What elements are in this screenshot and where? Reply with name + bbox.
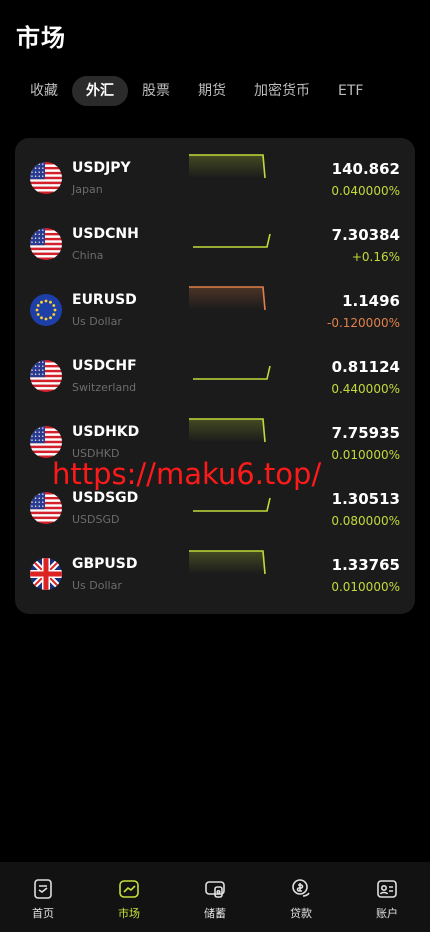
- sparkline-area: [189, 419, 265, 442]
- sparkline: [189, 550, 266, 575]
- quote-name: China: [72, 249, 104, 262]
- quote-price: 0.81124: [331, 358, 400, 376]
- sparkline-line: [193, 365, 271, 380]
- sparkline: [193, 233, 271, 248]
- quote-row-usdchf[interactable]: USDCHF Switzerland 0.81124 0.440000%: [15, 336, 415, 402]
- quote-price: 7.30384: [331, 226, 400, 244]
- quote-change: 0.080000%: [331, 514, 400, 528]
- sparkline: [189, 154, 266, 179]
- us-flag-icon: [30, 360, 62, 392]
- quote-symbol: EURUSD: [72, 292, 137, 308]
- quote-price: 1.33765: [331, 556, 400, 574]
- quote-price: 1.30513: [331, 490, 400, 508]
- quote-name: Us Dollar: [72, 315, 122, 328]
- quote-symbol: USDSGD: [72, 490, 139, 506]
- us-flag-icon: [30, 426, 62, 458]
- category-tabs: 收藏 外汇 股票 期货 加密货币 ETF: [16, 76, 414, 106]
- nav-label: 市场: [118, 907, 140, 920]
- sparkline-line: [193, 497, 271, 512]
- tab-favorites[interactable]: 收藏: [16, 76, 72, 106]
- home-doc-icon: [34, 879, 52, 899]
- quote-symbol: USDCHF: [72, 358, 137, 374]
- loan-coin-icon: [292, 879, 310, 897]
- page-title: 市场: [16, 24, 66, 52]
- sparkline-area: [189, 551, 265, 574]
- eu-flag-icon: [30, 294, 62, 326]
- quote-price: 7.75935: [331, 424, 400, 442]
- us-flag-icon: [30, 492, 62, 524]
- nav-label: 储蓄: [204, 907, 226, 920]
- us-flag-icon: [30, 228, 62, 260]
- sparkline-area: [189, 155, 265, 178]
- nav-account[interactable]: 账户: [344, 862, 430, 932]
- market-chart-icon: [119, 880, 139, 898]
- us-flag-icon: [30, 162, 62, 194]
- savings-icon: [205, 881, 225, 898]
- quote-row-eurusd[interactable]: EURUSD Us Dollar 1.1496 -0.120000%: [15, 270, 415, 336]
- quote-name: Japan: [72, 183, 103, 196]
- quote-row-gbpusd[interactable]: GBPUSD Us Dollar 1.33765 0.010000%: [15, 534, 415, 600]
- nav-label: 首页: [32, 907, 54, 920]
- sparkline: [193, 365, 271, 380]
- sparkline: [189, 418, 266, 443]
- quote-price: 140.862: [331, 160, 400, 178]
- nav-label: 贷款: [290, 907, 312, 920]
- quote-name: USDSGD: [72, 513, 120, 526]
- quote-name: Us Dollar: [72, 579, 122, 592]
- quote-change: 0.040000%: [331, 184, 400, 198]
- sparkline-area: [189, 287, 265, 310]
- quote-name: Switzerland: [72, 381, 137, 394]
- quote-symbol: GBPUSD: [72, 556, 138, 572]
- quote-price: 1.1496: [342, 292, 400, 310]
- tab-etf[interactable]: ETF: [324, 76, 377, 106]
- tab-crypto[interactable]: 加密货币: [240, 76, 324, 106]
- tab-futures[interactable]: 期货: [184, 76, 240, 106]
- nav-market[interactable]: 市场: [86, 862, 172, 932]
- tab-stocks[interactable]: 股票: [128, 76, 184, 106]
- quote-change: 0.010000%: [331, 448, 400, 462]
- nav-savings[interactable]: 储蓄: [172, 862, 258, 932]
- bottom-nav: 首页 市场 储蓄 贷款 账户: [0, 862, 430, 932]
- quote-change: 0.010000%: [331, 580, 400, 594]
- account-card-icon: [377, 880, 397, 898]
- sparkline: [189, 286, 266, 311]
- sparkline-line: [193, 233, 271, 248]
- watermark-url: https://maku6.top/: [52, 457, 322, 491]
- quote-change: 0.440000%: [331, 382, 400, 396]
- quote-symbol: USDCNH: [72, 226, 139, 242]
- quote-symbol: USDHKD: [72, 424, 140, 440]
- quote-symbol: USDJPY: [72, 160, 131, 176]
- quote-change: -0.120000%: [327, 316, 400, 330]
- gb-flag-icon: [30, 558, 62, 590]
- quote-change: +0.16%: [351, 250, 400, 264]
- tab-forex[interactable]: 外汇: [72, 76, 128, 106]
- nav-home[interactable]: 首页: [0, 862, 86, 932]
- quote-list: USDJPY Japan 140.862 0.040000% USDCNH Ch…: [15, 138, 415, 614]
- nav-loan[interactable]: 贷款: [258, 862, 344, 932]
- quote-row-usdcnh[interactable]: USDCNH China 7.30384 +0.16%: [15, 204, 415, 270]
- quote-row-usdjpy[interactable]: USDJPY Japan 140.862 0.040000%: [15, 138, 415, 204]
- nav-label: 账户: [376, 907, 398, 920]
